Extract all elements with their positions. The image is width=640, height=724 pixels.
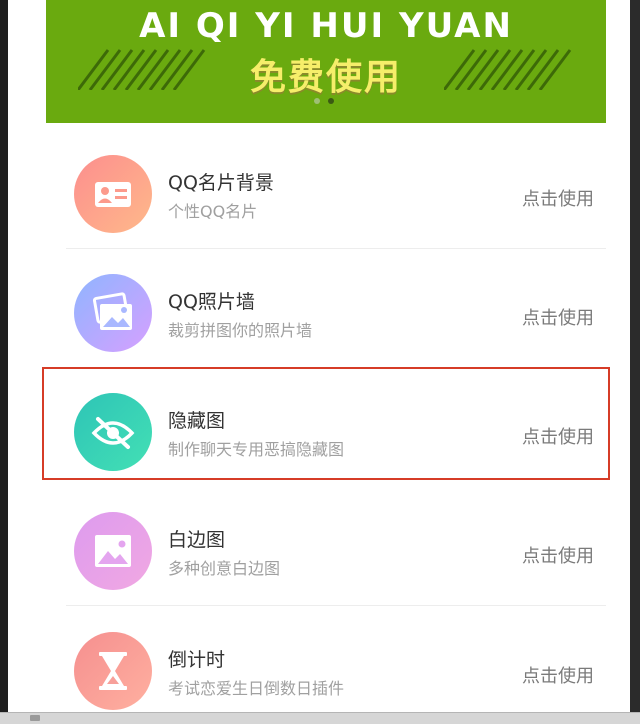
device-frame-right: [630, 0, 640, 712]
item-subtitle: 多种创意白边图: [168, 559, 281, 578]
carousel-indicator: [314, 98, 344, 106]
item-title: QQ照片墙: [168, 291, 255, 313]
hourglass-icon: [74, 632, 152, 710]
picture-icon: [74, 512, 152, 590]
item-subtitle: 考试恋爱生日倒数日插件: [168, 679, 345, 698]
list-item-white-border-image[interactable]: 白边图 多种创意白边图 点击使用: [54, 487, 614, 605]
highlight-box: [42, 367, 610, 480]
item-subtitle: 个性QQ名片: [168, 202, 258, 221]
banner-title: AI QI YI HUI YUAN: [139, 6, 513, 46]
item-title: 白边图: [168, 529, 226, 551]
item-title: 倒计时: [168, 649, 226, 671]
use-button[interactable]: 点击使用: [522, 662, 594, 688]
banner-cta-text: 免费使用: [249, 57, 402, 98]
use-button[interactable]: 点击使用: [522, 304, 594, 330]
item-title: QQ名片背景: [168, 172, 274, 194]
list-item-qq-photo-wall[interactable]: QQ照片墙 裁剪拼图你的照片墙 点击使用: [54, 249, 614, 367]
carousel-dot[interactable]: [314, 98, 320, 104]
horizontal-scrollbar[interactable]: [0, 712, 640, 724]
app-screen: AI QI YI HUI YUAN 免费使用 QQ名片背景 个性QQ名片 点击使…: [8, 0, 630, 712]
divider: [66, 605, 606, 606]
use-button[interactable]: 点击使用: [522, 185, 594, 211]
list-item-qq-card-background[interactable]: QQ名片背景 个性QQ名片 点击使用: [54, 130, 614, 248]
promo-banner[interactable]: AI QI YI HUI YUAN 免费使用: [46, 0, 606, 123]
item-subtitle: 裁剪拼图你的照片墙: [168, 321, 313, 340]
carousel-dot-active[interactable]: [328, 98, 334, 104]
photos-icon: [74, 274, 152, 352]
device-frame-left: [0, 0, 8, 712]
scrollbar-thumb[interactable]: [30, 715, 40, 721]
list-item-countdown[interactable]: 倒计时 考试恋爱生日倒数日插件 点击使用: [54, 607, 614, 712]
use-button[interactable]: 点击使用: [522, 542, 594, 568]
id-card-icon: [74, 155, 152, 233]
